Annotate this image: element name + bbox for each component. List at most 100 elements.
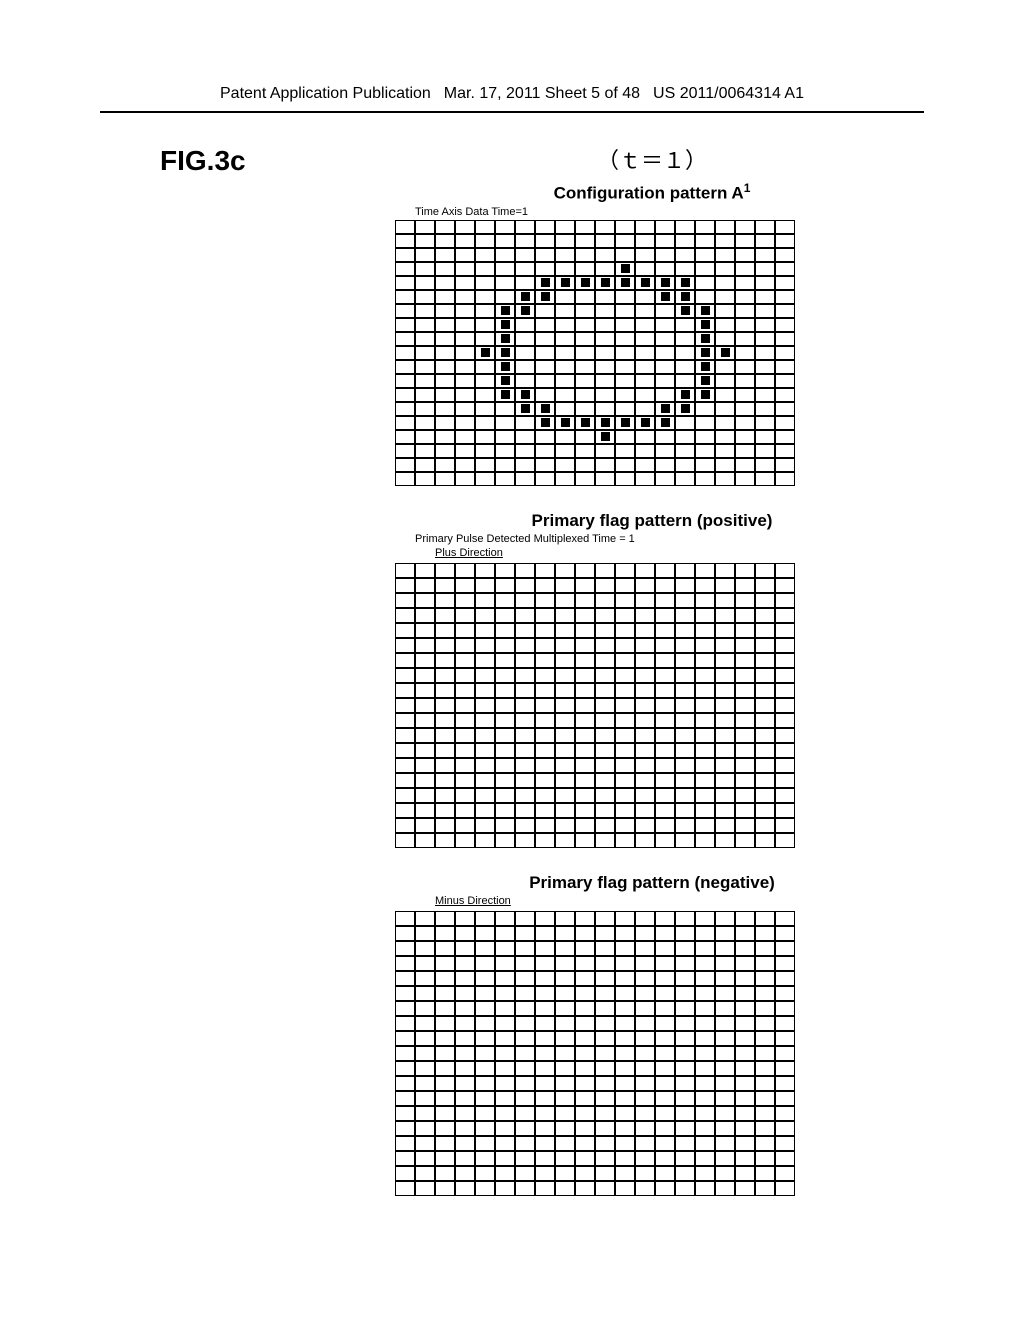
grid-cell xyxy=(675,1181,695,1196)
grid-cell xyxy=(515,788,535,803)
grid-cell xyxy=(555,1166,575,1181)
grid-cell xyxy=(415,758,435,773)
grid-cell xyxy=(695,472,715,486)
grid-cell xyxy=(575,758,595,773)
grid-cell xyxy=(775,833,795,848)
grid-cell xyxy=(595,1016,615,1031)
grid-cell xyxy=(635,262,655,276)
grid-cell xyxy=(635,1001,655,1016)
grid-cell xyxy=(675,608,695,623)
grid-cell xyxy=(695,623,715,638)
grid-cell xyxy=(555,374,575,388)
grid-cell xyxy=(535,773,555,788)
grid-cell xyxy=(735,234,755,248)
grid-cell xyxy=(395,1106,415,1121)
grid-row xyxy=(395,346,795,360)
grid-cell xyxy=(415,653,435,668)
grid-cell xyxy=(775,416,795,430)
grid-cell xyxy=(615,653,635,668)
grid-cell xyxy=(475,290,495,304)
grid-cell xyxy=(575,1091,595,1106)
grid-cell xyxy=(615,608,635,623)
grid-cell xyxy=(475,1166,495,1181)
grid-cell xyxy=(675,788,695,803)
grid-cell xyxy=(675,416,695,430)
grid-cell xyxy=(775,430,795,444)
grid-cell xyxy=(495,220,515,234)
grid-cell xyxy=(515,290,535,304)
grid-cell xyxy=(595,1091,615,1106)
grid3-wrap xyxy=(395,911,924,1201)
grid-cell xyxy=(455,818,475,833)
grid-cell xyxy=(735,563,755,578)
grid-cell xyxy=(475,713,495,728)
grid-cell xyxy=(715,1121,735,1136)
grid-cell xyxy=(755,262,775,276)
grid-cell xyxy=(435,346,455,360)
grid-cell xyxy=(555,458,575,472)
grid-cell xyxy=(495,773,515,788)
grid-cell xyxy=(455,346,475,360)
grid-cell xyxy=(735,653,755,668)
grid-cell xyxy=(415,986,435,1001)
grid-cell xyxy=(395,458,415,472)
grid-cell xyxy=(555,360,575,374)
grid-cell xyxy=(675,713,695,728)
grid-cell xyxy=(515,956,535,971)
grid-cell xyxy=(395,833,415,848)
grid-row xyxy=(395,668,795,683)
grid-cell xyxy=(695,698,715,713)
grid-cell xyxy=(455,1046,475,1061)
grid-row xyxy=(395,1061,795,1076)
grid-cell xyxy=(695,683,715,698)
grid-cell xyxy=(415,683,435,698)
grid-cell xyxy=(515,262,535,276)
grid-cell xyxy=(775,1001,795,1016)
grid-cell xyxy=(635,444,655,458)
grid-cell xyxy=(455,374,475,388)
grid-cell xyxy=(515,683,535,698)
grid-cell xyxy=(575,911,595,926)
grid-cell xyxy=(555,743,575,758)
grid-cell xyxy=(515,276,535,290)
grid-cell xyxy=(575,360,595,374)
grid-cell xyxy=(775,971,795,986)
grid-cell xyxy=(415,713,435,728)
grid-cell xyxy=(635,290,655,304)
grid-cell xyxy=(435,758,455,773)
grid-cell xyxy=(535,1106,555,1121)
grid-cell xyxy=(535,1061,555,1076)
grid-cell xyxy=(715,818,735,833)
grid-cell xyxy=(535,1151,555,1166)
grid-cell xyxy=(495,926,515,941)
grid-cell xyxy=(755,1106,775,1121)
grid-cell xyxy=(535,248,555,262)
grid-cell xyxy=(435,1016,455,1031)
grid-cell xyxy=(575,1181,595,1196)
grid-cell xyxy=(775,956,795,971)
grid-cell xyxy=(515,578,535,593)
grid-cell xyxy=(495,262,515,276)
grid-cell xyxy=(615,402,635,416)
grid-cell xyxy=(755,290,775,304)
grid-cell xyxy=(775,1031,795,1046)
grid-cell xyxy=(635,318,655,332)
grid-cell xyxy=(755,941,775,956)
grid-cell xyxy=(755,578,775,593)
grid-cell xyxy=(515,388,535,402)
grid-cell xyxy=(755,248,775,262)
t-value-line: （ｔ＝１） xyxy=(380,143,924,175)
grid-cell xyxy=(595,971,615,986)
grid-cell xyxy=(475,683,495,698)
grid-cell xyxy=(655,638,675,653)
grid-cell xyxy=(515,728,535,743)
grid-cell xyxy=(595,956,615,971)
grid-cell xyxy=(775,1046,795,1061)
grid-cell xyxy=(635,668,655,683)
grid-cell xyxy=(415,1061,435,1076)
grid-cell xyxy=(755,458,775,472)
grid-cell xyxy=(515,416,535,430)
grid-cell xyxy=(495,1091,515,1106)
grid-cell xyxy=(575,290,595,304)
grid-cell xyxy=(415,956,435,971)
